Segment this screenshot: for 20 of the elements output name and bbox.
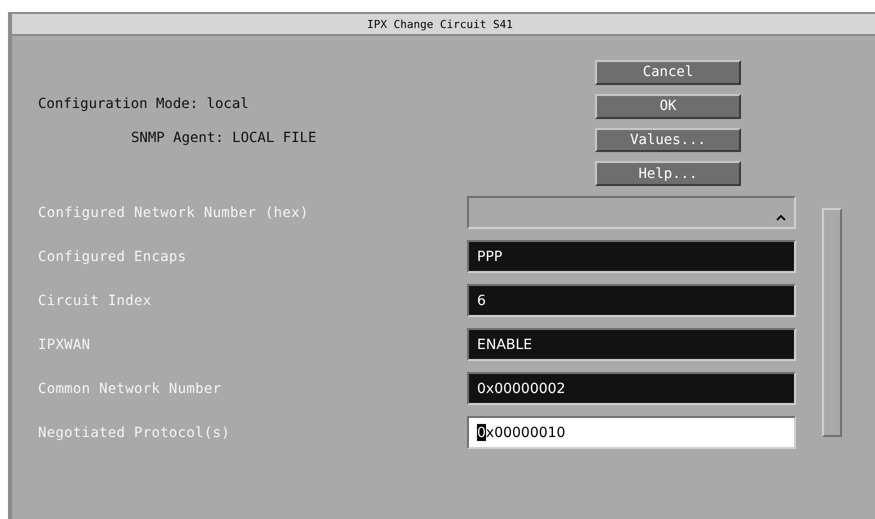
caret-icon	[776, 214, 786, 221]
value-field[interactable]: ENABLE	[467, 328, 796, 361]
scrollbar[interactable]	[822, 208, 842, 437]
dialog-button[interactable]: Cancel	[595, 60, 741, 85]
dropdown-field[interactable]	[467, 196, 796, 229]
field-label: Common Network Number	[38, 380, 222, 396]
value-field[interactable]: PPP	[467, 240, 796, 273]
field-label: Circuit Index	[38, 292, 152, 308]
field-label: Negotiated Protocol(s)	[38, 424, 232, 440]
value-field[interactable]: 6	[467, 284, 796, 317]
dialog-button[interactable]: Help...	[595, 161, 741, 186]
field-label: IPXWAN	[38, 336, 92, 352]
value-field[interactable]: 0x00000002	[467, 372, 796, 405]
field-label: Configured Encaps	[38, 248, 188, 264]
dialog-button[interactable]: Values...	[595, 128, 741, 152]
info-text: Configuration Mode: local	[38, 96, 250, 112]
dialog-button[interactable]: OK	[595, 94, 741, 118]
window-title: IPX Change Circuit S41	[367, 18, 513, 30]
field-label: Configured Network Number (hex)	[38, 204, 310, 220]
info-text: SNMP Agent: LOCAL FILE	[130, 130, 318, 146]
